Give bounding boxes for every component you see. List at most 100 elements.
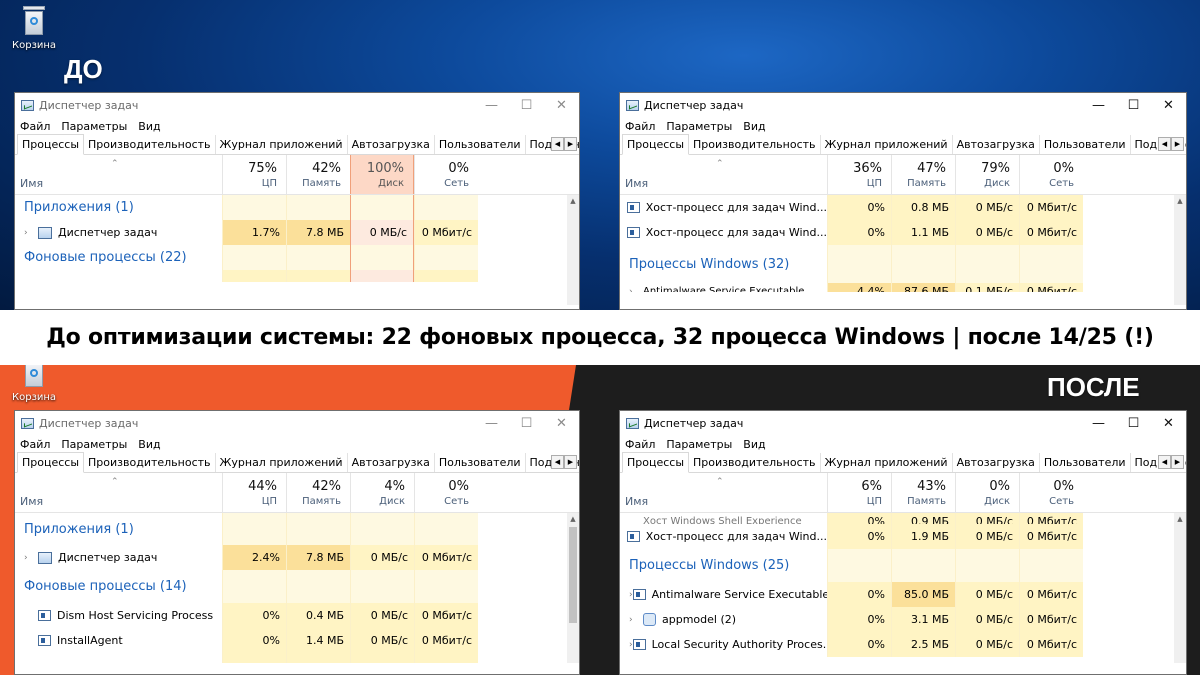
tab-scroll-right-icon[interactable]: ▶ [564,137,577,151]
sort-up-icon[interactable]: ⌃ [716,159,724,169]
vertical-scrollbar[interactable]: ▲ [567,513,579,663]
minimize-button[interactable]: — [1081,93,1116,117]
column-disk[interactable]: Диск [351,178,404,189]
process-row[interactable]: › appmodel (2) 0% 3.1 МБ 0 МБ/с 0 Мбит/с [620,607,1186,632]
tab-processes[interactable]: Процессы [17,134,85,155]
tab-performance[interactable]: Производительность [84,135,216,154]
tab-startup[interactable]: Автозагрузка [953,135,1040,154]
process-row[interactable]: Dism Host Servicing Process 0% 0.4 МБ 0 … [15,603,579,628]
scrollbar-thumb[interactable] [569,527,577,623]
minimize-button[interactable]: — [474,411,509,435]
menu-view[interactable]: Вид [743,438,765,451]
sort-up-icon[interactable]: ⌃ [716,477,724,487]
task-manager-window-before-left[interactable]: Диспетчер задач — ☐ ✕ Файл Параметры Вид… [14,92,580,310]
task-manager-window-after-left[interactable]: Диспетчер задач — ☐ ✕ Файл Параметры Вид… [14,410,580,675]
column-disk[interactable]: Диск [956,496,1010,507]
maximize-button[interactable]: ☐ [1116,93,1151,117]
column-network[interactable]: Сеть [1020,178,1074,189]
process-row[interactable]: InstallAgent 0% 1.4 МБ 0 МБ/с 0 Мбит/с [15,628,579,653]
column-disk[interactable]: Диск [956,178,1010,189]
tab-processes[interactable]: Процессы [622,134,690,155]
tab-startup[interactable]: Автозагрузка [348,453,435,472]
minimize-button[interactable]: — [474,93,509,117]
task-manager-window-after-right[interactable]: Диспетчер задач — ☐ ✕ Файл Параметры Вид… [619,410,1187,675]
menu-file[interactable]: Файл [625,438,655,451]
close-button[interactable]: ✕ [1151,93,1186,117]
scroll-up-icon[interactable]: ▲ [1174,513,1186,525]
tab-users[interactable]: Пользователи [435,135,526,154]
title-bar[interactable]: Диспетчер задач — ☐ ✕ [620,93,1186,117]
task-manager-window-before-right[interactable]: Диспетчер задач — ☐ ✕ Файл Параметры Вид… [619,92,1187,310]
title-bar[interactable]: Диспетчер задач — ☐ ✕ [15,411,579,435]
menu-file[interactable]: Файл [20,438,50,451]
close-button[interactable]: ✕ [1151,411,1186,435]
menu-view[interactable]: Вид [138,120,160,133]
tab-scroll-right-icon[interactable]: ▶ [564,455,577,469]
recycle-bin-top[interactable]: Корзина [12,6,56,51]
expand-chevron-icon[interactable]: › [629,283,643,292]
column-name[interactable]: Имя [20,495,43,508]
title-bar[interactable]: Диспетчер задач — ☐ ✕ [15,93,579,117]
menu-options[interactable]: Параметры [61,438,127,451]
maximize-button[interactable]: ☐ [509,93,544,117]
column-cpu[interactable]: ЦП [223,178,277,189]
tab-processes[interactable]: Процессы [622,452,690,473]
tab-scroll-left-icon[interactable]: ◀ [551,137,564,151]
column-name[interactable]: Имя [20,177,43,190]
process-row[interactable]: › Local Security Authority Proces... 0% 2… [620,632,1186,657]
scroll-up-icon[interactable]: ▲ [567,195,579,207]
tab-scroll-left-icon[interactable]: ◀ [1158,455,1171,469]
close-button[interactable]: ✕ [544,411,579,435]
close-button[interactable]: ✕ [544,93,579,117]
maximize-button[interactable]: ☐ [509,411,544,435]
menu-options[interactable]: Параметры [61,120,127,133]
column-cpu[interactable]: ЦП [828,178,882,189]
tab-scroll-right-icon[interactable]: ▶ [1171,137,1184,151]
menu-options[interactable]: Параметры [666,120,732,133]
maximize-button[interactable]: ☐ [1116,411,1151,435]
tab-users[interactable]: Пользователи [435,453,526,472]
sort-up-icon[interactable]: ⌃ [111,159,119,169]
tab-scroll-left-icon[interactable]: ◀ [1158,137,1171,151]
expand-chevron-icon[interactable]: › [24,553,38,563]
tab-startup[interactable]: Автозагрузка [348,135,435,154]
column-network[interactable]: Сеть [415,178,469,189]
process-row[interactable]: › Antimalware Service Executable 0% 85.0 … [620,582,1186,607]
menu-view[interactable]: Вид [138,438,160,451]
process-row[interactable]: Хост-процесс для задач Wind... 0% 0.8 МБ… [620,195,1186,220]
tab-app-history[interactable]: Журнал приложений [821,135,953,154]
title-bar[interactable]: Диспетчер задач — ☐ ✕ [620,411,1186,435]
column-cpu[interactable]: ЦП [828,496,882,507]
tab-performance[interactable]: Производительность [689,453,821,472]
column-name[interactable]: Имя [625,177,648,190]
scroll-up-icon[interactable]: ▲ [1174,195,1186,207]
vertical-scrollbar[interactable]: ▲ [1174,513,1186,663]
tab-app-history[interactable]: Журнал приложений [216,453,348,472]
process-row-partial[interactable]: › Antimalware Service Executable 4.4% 87.… [620,283,1186,292]
process-row[interactable]: › Диспетчер задач 2.4% 7.8 МБ 0 МБ/с 0 Мб… [15,545,579,570]
column-memory[interactable]: Память [287,178,341,189]
expand-chevron-icon[interactable]: › [629,615,643,625]
tab-performance[interactable]: Производительность [84,453,216,472]
process-row[interactable]: Хост-процесс для задач Wind... 0% 1.9 МБ… [620,524,1186,549]
column-network[interactable]: Сеть [1020,496,1074,507]
tab-scroll-left-icon[interactable]: ◀ [551,455,564,469]
column-disk[interactable]: Диск [351,496,405,507]
process-row-partial[interactable]: Хост Windows Shell Experience 0% 0.9 МБ … [620,513,1186,524]
column-cpu[interactable]: ЦП [223,496,277,507]
tab-users[interactable]: Пользователи [1040,135,1131,154]
minimize-button[interactable]: — [1081,411,1116,435]
column-memory[interactable]: Память [287,496,341,507]
menu-options[interactable]: Параметры [666,438,732,451]
column-network[interactable]: Сеть [415,496,469,507]
scroll-up-icon[interactable]: ▲ [567,513,579,525]
column-memory[interactable]: Память [892,496,946,507]
tab-users[interactable]: Пользователи [1040,453,1131,472]
tab-app-history[interactable]: Журнал приложений [216,135,348,154]
expand-chevron-icon[interactable]: › [24,228,38,238]
column-name[interactable]: Имя [625,495,648,508]
tab-startup[interactable]: Автозагрузка [953,453,1040,472]
menu-file[interactable]: Файл [20,120,50,133]
menu-view[interactable]: Вид [743,120,765,133]
tab-performance[interactable]: Производительность [689,135,821,154]
